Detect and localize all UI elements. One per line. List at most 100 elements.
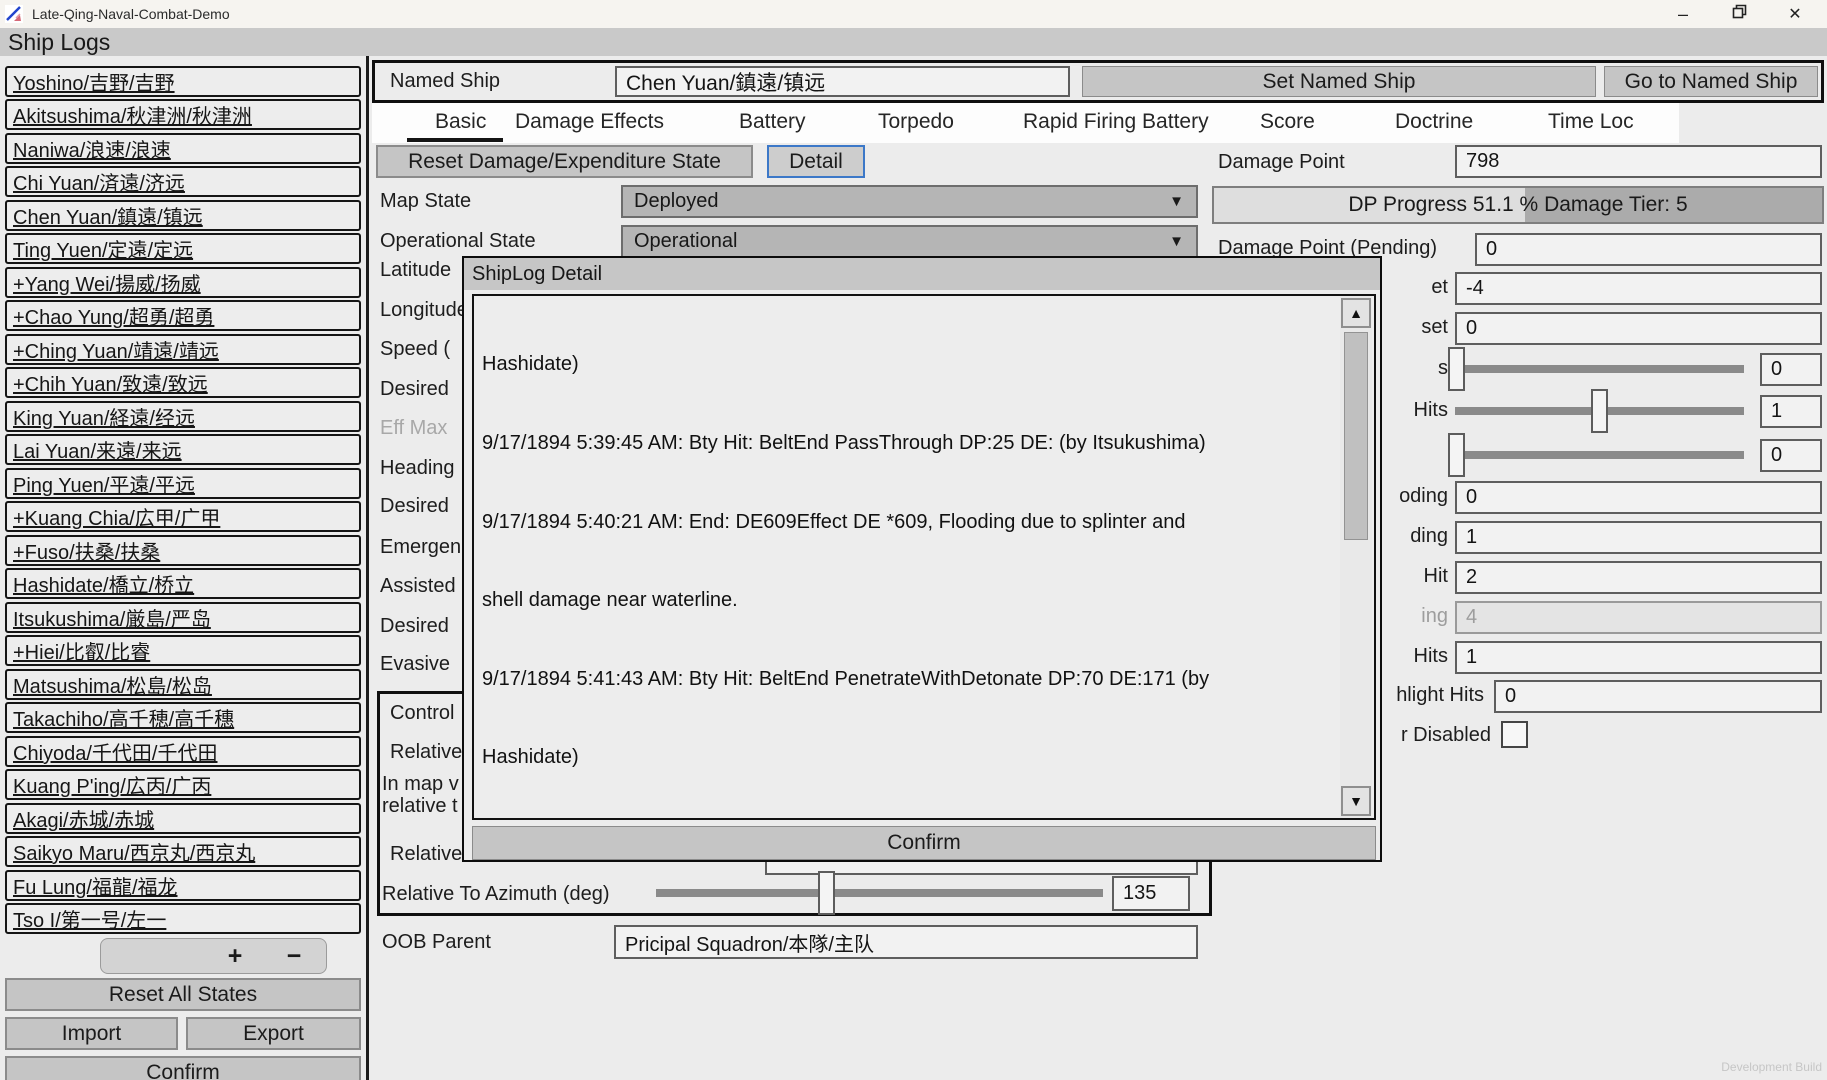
watermark: Development Build (1700, 1060, 1822, 1074)
ship-list-item[interactable]: Yoshino/吉野/吉野 (5, 66, 361, 97)
ship-list-item[interactable]: Akagi/赤城/赤城 (5, 803, 361, 834)
tab-doctrine[interactable]: Doctrine (1395, 110, 1473, 136)
right-slider-thumb-3[interactable] (1591, 389, 1608, 433)
ship-list-item[interactable]: Takachiho/高千穂/高千穗 (5, 702, 361, 733)
reset-damage-button[interactable]: Reset Damage/Expenditure State (376, 145, 753, 178)
ship-list-item[interactable]: Chi Yuan/済遠/济远 (5, 166, 361, 197)
right-row-input-1[interactable]: 0 (1455, 312, 1822, 345)
ship-list-item[interactable]: Lai Yuan/来遠/来远 (5, 434, 361, 465)
scroll-up-button[interactable]: ▲ (1341, 298, 1371, 328)
form-label-evasive: Evasive (380, 649, 450, 679)
right-slider-thumb-4[interactable] (1448, 433, 1465, 477)
form-label-assisted: Assisted (380, 571, 456, 601)
ship-list-item[interactable]: +Hiei/比叡/比睿 (5, 635, 361, 666)
minimize-button[interactable]: – (1655, 0, 1711, 28)
ship-list-item[interactable]: Fu Lung/福龍/福龙 (5, 870, 361, 901)
tab-battery[interactable]: Battery (739, 110, 806, 136)
right-slider-thumb-2[interactable] (1448, 347, 1465, 391)
dialog-confirm-button[interactable]: Confirm (472, 826, 1376, 860)
tab-time-loc[interactable]: Time Loc (1548, 110, 1634, 136)
detail-button[interactable]: Detail (767, 145, 865, 178)
page-header: Ship Logs (0, 28, 1827, 56)
remove-ship-button[interactable]: − (262, 938, 326, 974)
ship-list-item[interactable]: Itsukushima/厳島/严岛 (5, 602, 361, 633)
sidebar-confirm-button[interactable]: Confirm (5, 1056, 361, 1080)
form-label-relative-1: Relative (390, 737, 462, 767)
log-text: Hashidate) 9/17/1894 5:39:45 AM: Bty Hit… (482, 299, 1342, 820)
pending-input[interactable]: 0 (1475, 233, 1822, 266)
right-slider-track-2[interactable] (1455, 365, 1744, 373)
right-row-input-9[interactable]: 1 (1455, 641, 1822, 674)
import-button[interactable]: Import (5, 1017, 178, 1050)
right-slider-value-2[interactable]: 0 (1760, 353, 1822, 386)
ship-list-item[interactable]: Akitsushima/秋津洲/秋津洲 (5, 99, 361, 130)
named-ship-input[interactable]: Chen Yuan/鎮遠/镇远 (615, 66, 1070, 97)
form-label-desired-2: Desired (380, 491, 449, 521)
ship-list-item[interactable]: Chiyoda/千代田/千代田 (5, 736, 361, 767)
scroll-down-icon: ▼ (1349, 793, 1363, 809)
ship-list-item[interactable]: Ting Yuen/定遠/定远 (5, 233, 361, 264)
ship-list-item[interactable]: Matsushima/松島/松岛 (5, 669, 361, 700)
right-row-input-6[interactable]: 1 (1455, 521, 1822, 554)
operational-state-dropdown[interactable]: Operational ▼ (621, 225, 1198, 258)
tab-damage-effects[interactable]: Damage Effects (515, 110, 664, 136)
tab-rapid-firing-battery[interactable]: Rapid Firing Battery (1023, 110, 1209, 136)
right-row-input-5[interactable]: 0 (1455, 481, 1822, 514)
right-row-input-8: 4 (1455, 601, 1822, 634)
ship-list-item[interactable]: Tso I/第一号/左一 (5, 903, 361, 934)
azimuth-slider-thumb[interactable] (818, 871, 835, 915)
ship-list-item[interactable]: +Kuang Chia/広甲/广甲 (5, 501, 361, 532)
map-state-dropdown[interactable]: Deployed ▼ (621, 185, 1198, 218)
ship-list-item[interactable]: +Chih Yuan/致遠/致远 (5, 367, 361, 398)
form-label-desired-1: Desired (380, 374, 449, 404)
ship-list-item[interactable]: Hashidate/橋立/桥立 (5, 568, 361, 599)
right-slider-value-3[interactable]: 1 (1760, 395, 1822, 428)
ship-list-item[interactable]: +Chao Yung/超勇/超勇 (5, 300, 361, 331)
ship-list-item[interactable]: +Ching Yuan/靖遠/靖远 (5, 334, 361, 365)
right-row-label-2: s (1380, 353, 1448, 383)
right-row-input-0[interactable]: -4 (1455, 272, 1822, 305)
form-label-heading: Heading (380, 453, 455, 483)
tab-basic[interactable]: Basic (435, 110, 486, 136)
restore-button[interactable] (1711, 0, 1767, 28)
export-button[interactable]: Export (186, 1017, 361, 1050)
ship-list-item[interactable]: Saikyo Maru/西京丸/西京丸 (5, 836, 361, 867)
shiplog-detail-dialog: ShipLog Detail Hashidate) 9/17/1894 5:39… (462, 256, 1382, 862)
right-slider-track-4[interactable] (1455, 451, 1744, 459)
right-slider-value-4[interactable]: 0 (1760, 439, 1822, 472)
chevron-down-icon: ▼ (1169, 193, 1184, 210)
chevron-down-icon: ▼ (1169, 233, 1184, 250)
ship-list-item[interactable]: Chen Yuan/鎮遠/镇远 (5, 200, 361, 231)
azimuth-value-input[interactable]: 135 (1112, 876, 1190, 911)
damage-point-input[interactable]: 798 (1455, 145, 1822, 178)
scroll-down-button[interactable]: ▼ (1341, 786, 1371, 816)
disabled-checkbox[interactable] (1501, 721, 1528, 748)
form-label-control: Control (390, 698, 454, 728)
azimuth-slider-track[interactable] (656, 889, 1103, 897)
tab-torpedo[interactable]: Torpedo (878, 110, 954, 136)
form-label-speed: Speed ( (380, 334, 450, 364)
sidebar-divider (366, 56, 369, 1080)
named-ship-label: Named Ship (390, 66, 500, 96)
ship-list-item[interactable]: King Yuan/経遠/经远 (5, 401, 361, 432)
right-row-input-7[interactable]: 2 (1455, 561, 1822, 594)
ship-list-item[interactable]: Ping Yuen/平遠/平远 (5, 468, 361, 499)
restore-icon (1732, 4, 1747, 24)
form-label-inmap-2: relative t (382, 794, 458, 818)
right-row-input-10[interactable]: 0 (1494, 680, 1822, 713)
reset-all-states-button[interactable]: Reset All States (5, 978, 361, 1011)
goto-named-ship-button[interactable]: Go to Named Ship (1604, 66, 1818, 97)
ship-list-item[interactable]: +Yang Wei/揚威/扬威 (5, 267, 361, 298)
scrollbar-thumb[interactable] (1344, 332, 1368, 540)
plus-icon: + (228, 942, 243, 971)
set-named-ship-button[interactable]: Set Named Ship (1082, 66, 1596, 97)
tab-score[interactable]: Score (1260, 110, 1315, 136)
ship-list-item[interactable]: +Fuso/扶桑/扶桑 (5, 535, 361, 566)
title-bar: Late-Qing-Naval-Combat-Demo (0, 0, 1827, 28)
minimize-icon: – (1678, 4, 1688, 25)
oob-parent-input[interactable]: Pricipal Squadron/本隊/主队 (614, 925, 1198, 959)
ship-list-item[interactable]: Naniwa/浪速/浪速 (5, 133, 361, 164)
ship-list-item[interactable]: Kuang P'ing/広丙/广丙 (5, 769, 361, 800)
dialog-title-bar[interactable]: ShipLog Detail (464, 258, 1380, 290)
close-button[interactable]: ✕ (1767, 0, 1823, 28)
